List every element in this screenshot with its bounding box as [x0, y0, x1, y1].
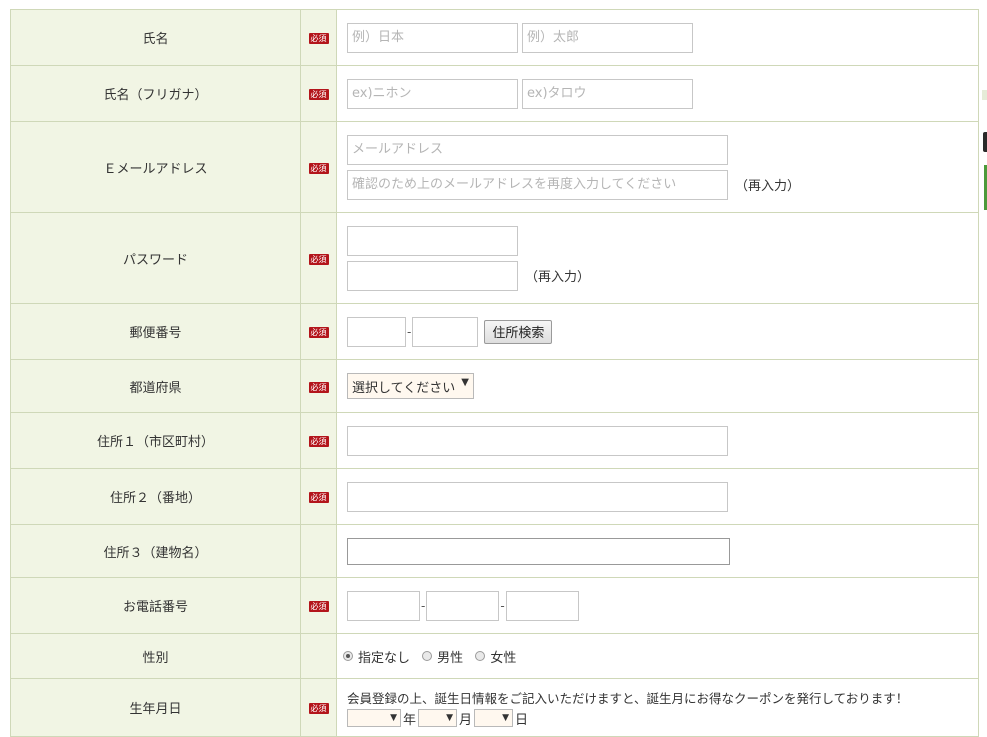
side-tab-edge — [983, 132, 987, 152]
row-phone: お電話番号 必須 - - — [10, 577, 979, 634]
required-badge: 必須 — [308, 89, 329, 100]
required-badge: 必須 — [308, 381, 329, 393]
phone-first-input[interactable] — [347, 590, 420, 621]
row-address2: 住所２（番地） 必須 — [10, 468, 979, 525]
radio-selected-icon — [343, 651, 353, 661]
required-badge: 必須 — [308, 492, 329, 503]
name-kana-label: 氏名（フリガナ） — [10, 65, 301, 122]
day-unit: 日 — [515, 712, 529, 728]
phone-separator-2: - — [500, 598, 505, 613]
dropdown-arrow-icon: ▼ — [390, 713, 397, 723]
year-unit: 年 — [403, 712, 417, 728]
side-panel-edge — [982, 90, 987, 100]
dropdown-arrow-icon: ▼ — [461, 376, 469, 388]
last-name-input[interactable] — [347, 22, 518, 53]
first-name-input[interactable] — [522, 22, 693, 53]
row-prefecture: 都道府県 必須 選択してください ▼ — [10, 359, 979, 413]
row-postal: 郵便番号 必須 - 住所検索 — [10, 303, 979, 360]
address1-input[interactable] — [347, 425, 728, 456]
row-birthday: 生年月日 必須 会員登録の上、誕生日情報をご記入いただけますと、誕生月にお得なク… — [10, 678, 979, 737]
month-unit: 月 — [459, 712, 473, 728]
phone-label: お電話番号 — [10, 577, 301, 634]
prefecture-selected-value: 選択してください — [352, 380, 456, 396]
birthday-coupon-note: 会員登録の上、誕生日情報をご記入いただけますと、誕生月にお得なクーポンを発行して… — [347, 690, 909, 706]
row-address1: 住所１（市区町村） 必須 — [10, 412, 979, 469]
birth-month-select[interactable]: ▼ — [418, 709, 458, 727]
gender-option-label: 男性 — [437, 650, 464, 666]
address2-label: 住所２（番地） — [10, 468, 301, 525]
gender-option-label: 指定なし — [358, 650, 411, 666]
birthday-label: 生年月日 — [10, 678, 301, 737]
required-badge: 必須 — [308, 703, 329, 714]
email-label: Ｅメールアドレス — [10, 121, 301, 213]
email-input[interactable] — [347, 134, 728, 165]
address2-input[interactable] — [347, 481, 728, 512]
registration-form: 氏名 必須 氏名（フリガナ） 必須 Ｅメールアドレス 必須 — [10, 9, 979, 737]
required-badge: 必須 — [308, 601, 329, 612]
required-badge: 必須 — [308, 162, 329, 174]
postal-code-second-input[interactable] — [412, 316, 479, 347]
required-badge: 必須 — [308, 33, 329, 44]
dropdown-arrow-icon: ▼ — [446, 713, 454, 723]
prefecture-label: 都道府県 — [10, 359, 301, 413]
gender-option-label: 女性 — [490, 650, 517, 666]
address3-input[interactable] — [347, 537, 730, 565]
email-confirm-input[interactable] — [347, 169, 728, 200]
last-name-kana-input[interactable] — [347, 78, 518, 109]
phone-second-input[interactable] — [426, 590, 500, 621]
password-reenter-note: （再入力） — [525, 270, 591, 285]
required-badge: 必須 — [308, 436, 329, 447]
gender-option-female[interactable]: 女性 — [475, 647, 516, 666]
password-label: パスワード — [10, 212, 301, 304]
address3-label: 住所３（建物名） — [10, 524, 301, 578]
address1-label: 住所１（市区町村） — [10, 412, 301, 469]
postal-label: 郵便番号 — [10, 303, 301, 360]
dropdown-arrow-icon: ▼ — [502, 713, 510, 723]
name-label: 氏名 — [10, 9, 301, 66]
gender-option-male[interactable]: 男性 — [422, 647, 463, 666]
address-search-button[interactable]: 住所検索 — [484, 319, 553, 344]
phone-separator-1: - — [421, 598, 426, 613]
password-confirm-input[interactable] — [347, 260, 518, 291]
radio-icon — [422, 651, 433, 661]
required-badge: 必須 — [308, 327, 329, 338]
row-password: パスワード 必須 （再入力） — [10, 212, 979, 304]
row-name-kana: 氏名（フリガナ） 必須 — [10, 65, 979, 122]
postal-separator: - — [407, 324, 412, 339]
prefecture-select[interactable]: 選択してください ▼ — [347, 373, 474, 399]
first-name-kana-input[interactable] — [522, 78, 693, 109]
postal-code-first-input[interactable] — [347, 316, 406, 347]
password-input[interactable] — [347, 225, 518, 256]
birth-year-select[interactable]: ▼ — [347, 709, 401, 727]
row-gender: 性別 指定なし 男性 女性 — [10, 633, 979, 679]
gender-option-unspecified[interactable]: 指定なし — [343, 647, 410, 666]
row-name: 氏名 必須 — [10, 9, 979, 66]
required-badge: 必須 — [308, 253, 329, 265]
birth-day-select[interactable]: ▼ — [474, 709, 514, 727]
email-reenter-note: （再入力） — [735, 179, 801, 194]
gender-label: 性別 — [10, 633, 301, 679]
radio-icon — [475, 651, 486, 661]
phone-third-input[interactable] — [505, 590, 579, 621]
row-email: Ｅメールアドレス 必須 （再入力） — [10, 121, 979, 213]
row-address3: 住所３（建物名） — [10, 524, 979, 578]
